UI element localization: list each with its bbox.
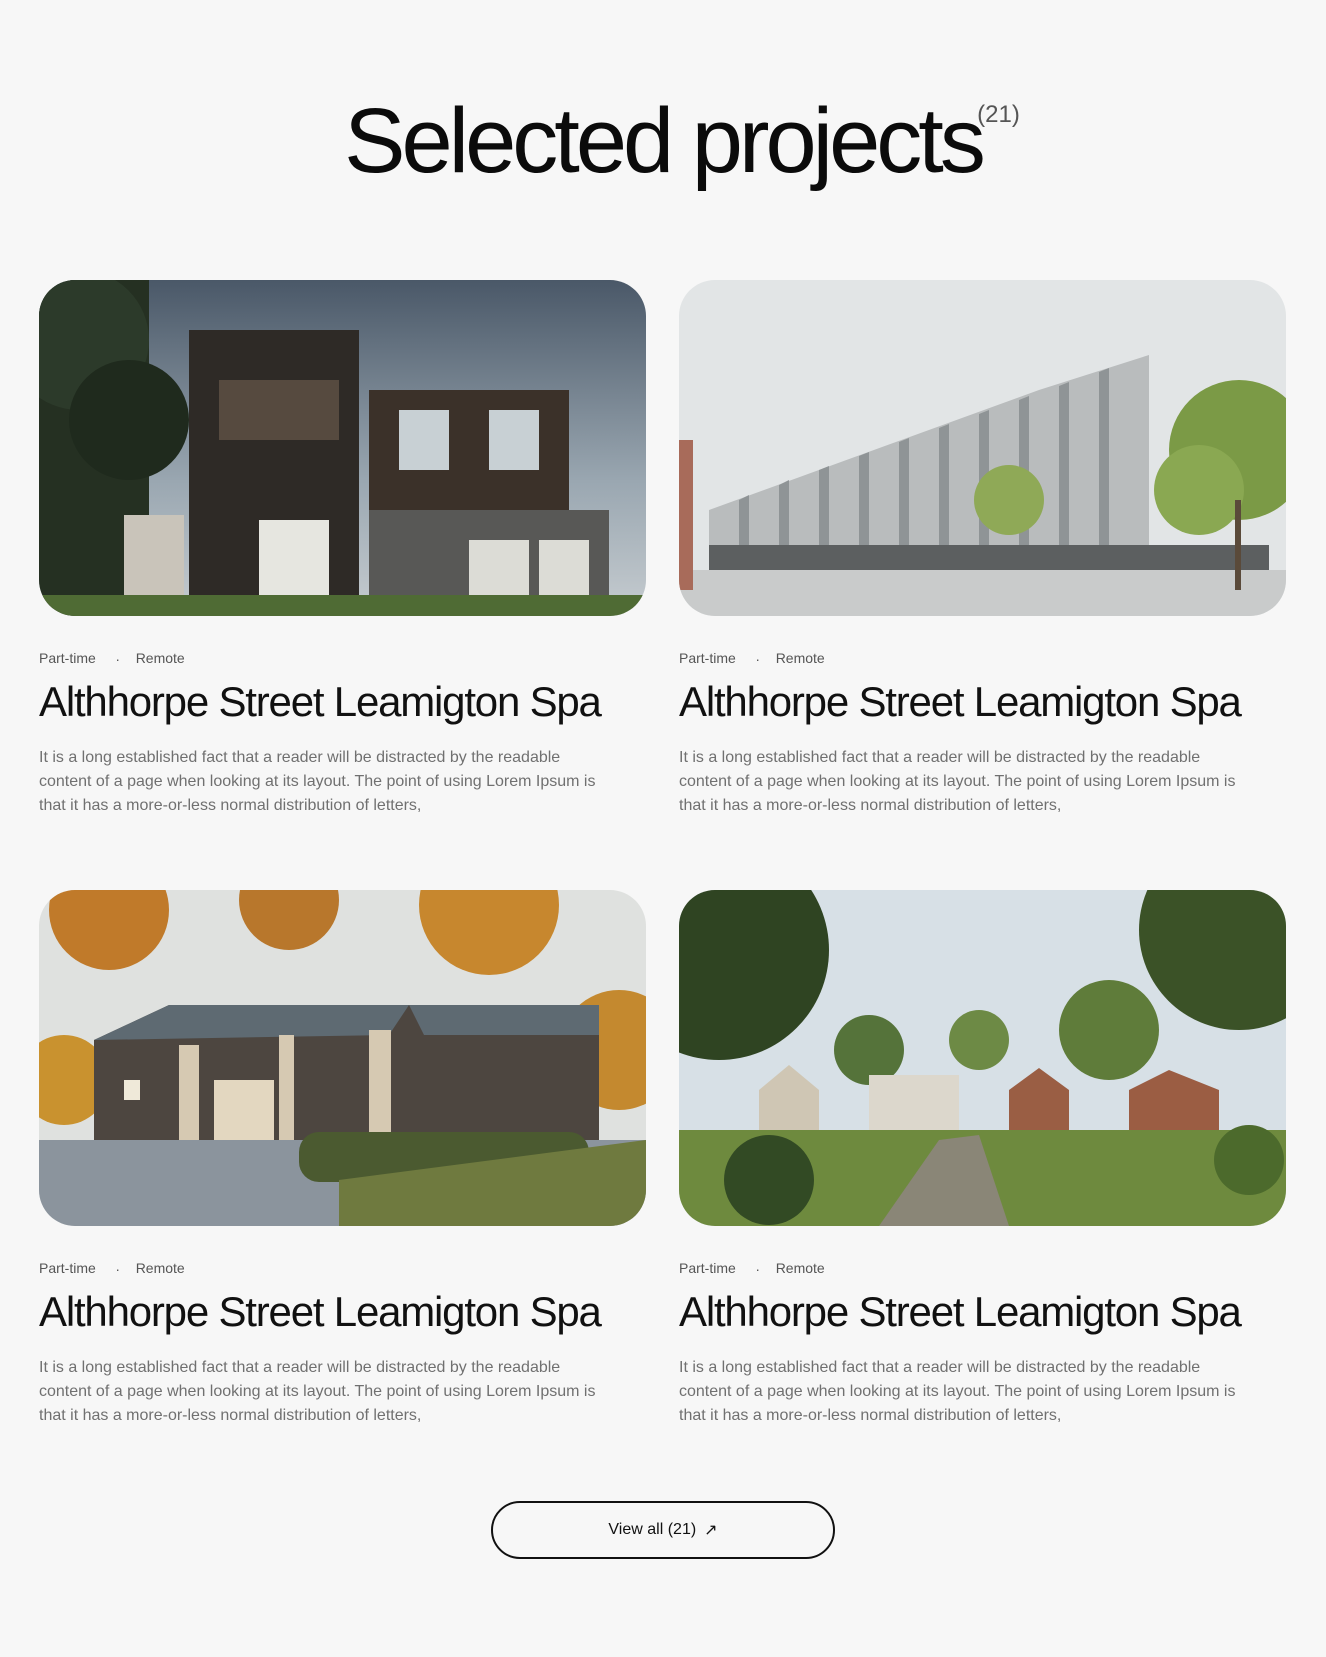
project-card[interactable]: Part-time . Remote Althhorpe Street Leam… [39,890,646,1428]
project-description: It is a long established fact that a rea… [39,749,596,815]
project-meta: Part-time . Remote [679,648,1286,666]
arrow-up-right-icon: ↗ [704,1522,718,1539]
project-meta: Part-time . Remote [39,1258,646,1276]
project-count: (21) [977,101,1020,128]
project-image[interactable] [679,890,1286,1226]
view-all-button[interactable]: View all (21) ↗ [491,1501,835,1559]
project-title[interactable]: Althhorpe Street Leamigton Spa [679,1288,1286,1336]
job-type: Part-time [39,1260,96,1276]
project-card[interactable]: Part-time . Remote Althhorpe Street Leam… [39,280,646,818]
meta-separator: . [115,648,120,664]
project-description: It is a long established fact that a rea… [39,1359,596,1425]
project-image[interactable] [679,280,1286,616]
project-meta: Part-time . Remote [679,1258,1286,1276]
job-type: Part-time [39,650,96,666]
project-image[interactable] [39,890,646,1226]
project-card[interactable]: Part-time . Remote Althhorpe Street Leam… [679,280,1286,818]
job-type: Part-time [679,1260,736,1276]
meta-separator: . [755,1258,760,1274]
campus-render-image [679,280,1286,616]
project-image[interactable] [39,280,646,616]
view-all-label: View all (21) [608,1521,697,1538]
project-title[interactable]: Althhorpe Street Leamigton Spa [39,1288,646,1336]
job-location: Remote [775,1260,825,1276]
meta-separator: . [115,1258,120,1274]
job-location: Remote [775,650,825,666]
barn-houses-render-image [39,890,646,1226]
project-title[interactable]: Althhorpe Street Leamigton Spa [679,678,1286,726]
project-description: It is a long established fact that a rea… [679,749,1236,815]
section-header: Selected projects (21) [0,95,1326,187]
title-wrap: Selected projects (21) [344,90,1020,192]
project-title[interactable]: Althhorpe Street Leamigton Spa [39,678,646,726]
section-title: Selected projects [344,90,986,192]
job-type: Part-time [679,650,736,666]
project-description: It is a long established fact that a rea… [679,1359,1236,1425]
project-meta: Part-time . Remote [39,648,646,666]
village-render-image [679,890,1286,1226]
job-location: Remote [135,1260,185,1276]
job-location: Remote [135,650,185,666]
project-card[interactable]: Part-time . Remote Althhorpe Street Leam… [679,890,1286,1428]
meta-separator: . [755,648,760,664]
house-render-image [39,280,646,616]
